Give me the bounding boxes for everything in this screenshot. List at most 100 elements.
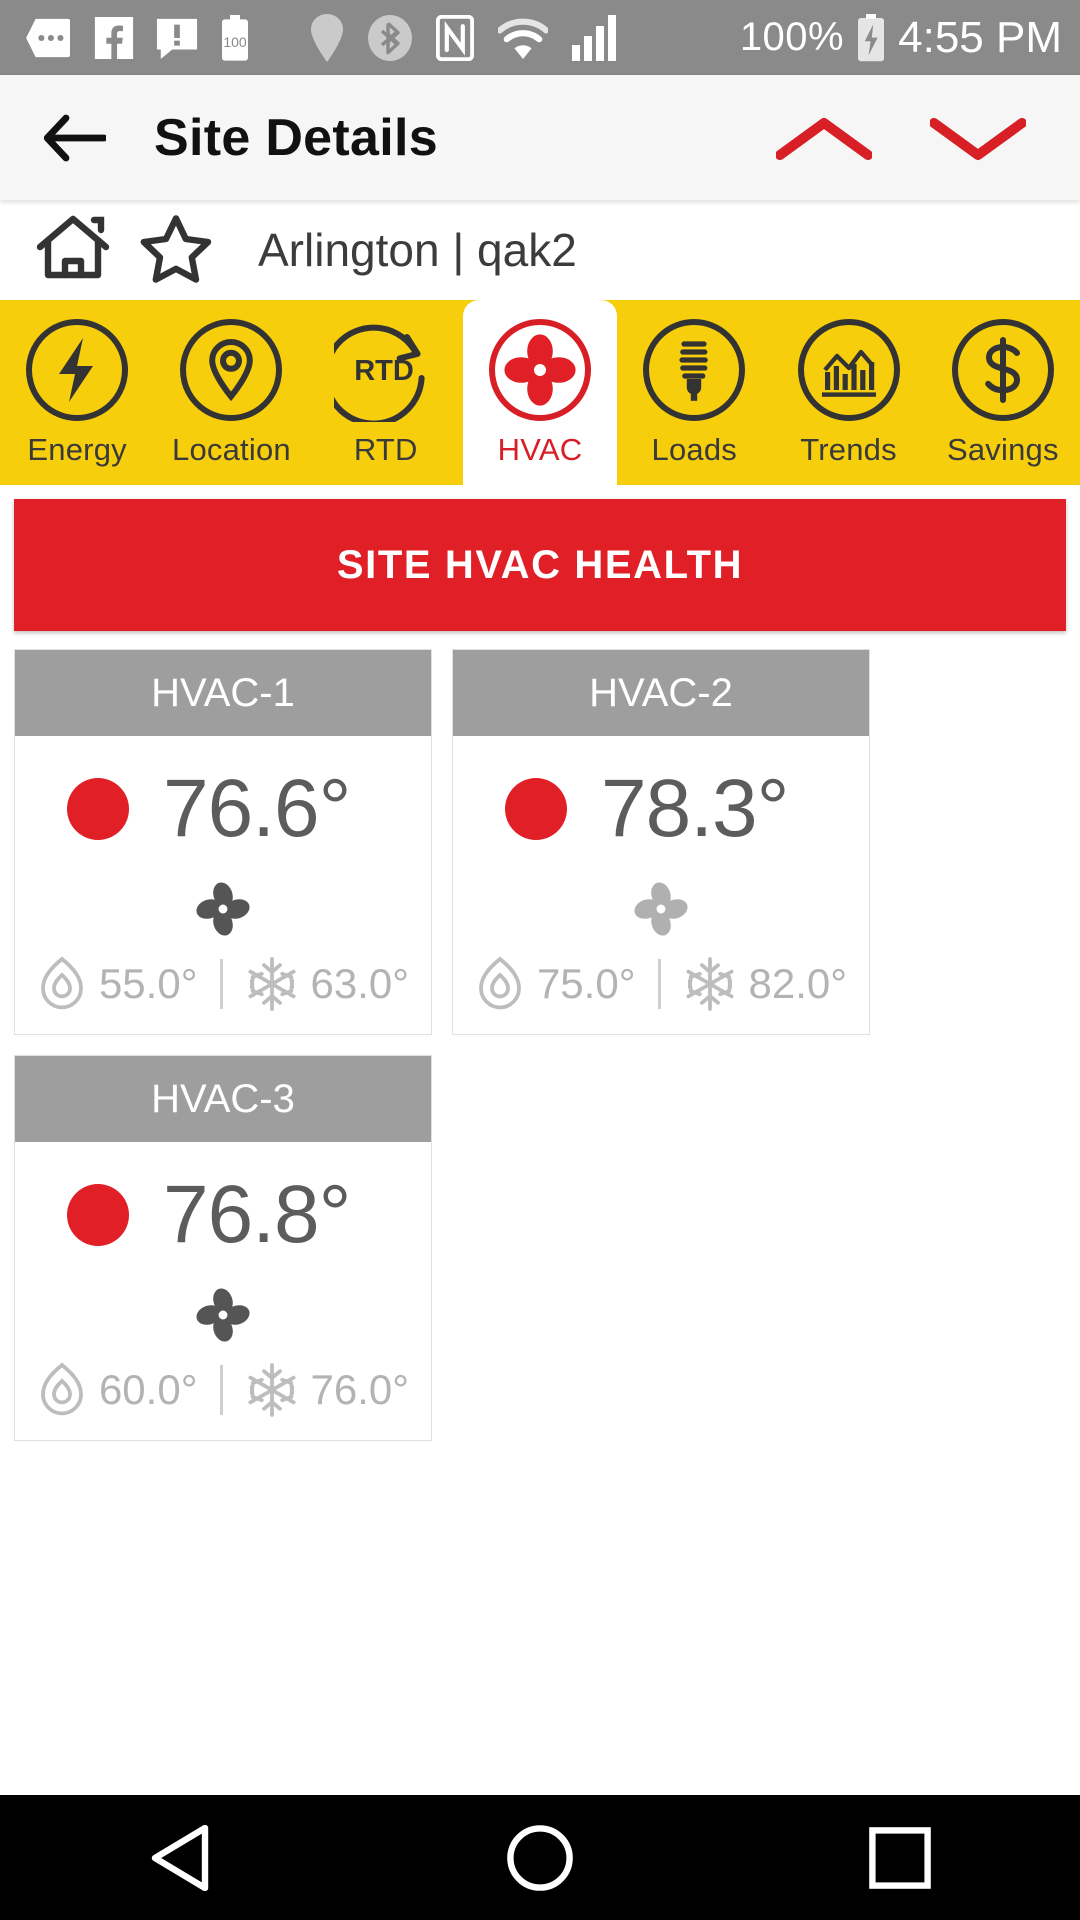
back-button[interactable]: [38, 101, 112, 175]
star-outline-icon: [140, 214, 212, 283]
fan-icon: [634, 882, 688, 936]
hvac-card-title: HVAC-1: [151, 670, 295, 715]
nav-back-button[interactable]: [120, 1808, 240, 1908]
tab-label-loads: Loads: [651, 432, 737, 467]
clock-label: 4:55 PM: [898, 12, 1062, 62]
heat-setpoint-value: 60.0°: [98, 1366, 198, 1413]
hvac-fan-status: [31, 872, 415, 946]
hvac-card[interactable]: HVAC-2 78.3° 75.0° 82.0°: [452, 649, 870, 1035]
bar-chart-icon: [797, 318, 901, 422]
cool-setpoint: 76.0°: [245, 1362, 410, 1418]
tab-label-location: Location: [172, 432, 291, 467]
svg-text:RTD: RTD: [354, 355, 414, 387]
tab-energy[interactable]: Energy: [0, 300, 154, 485]
hvac-setpoints-row: 75.0° 82.0°: [469, 956, 853, 1012]
hvac-card-body: 76.8° 60.0° 76.0°: [15, 1142, 431, 1440]
hvac-card-title: HVAC-3: [151, 1076, 295, 1121]
hvac-fan-status: [31, 1278, 415, 1352]
nav-back-triangle-icon: [151, 1824, 209, 1891]
setpoint-divider: [219, 959, 223, 1009]
hvac-card[interactable]: HVAC-1 76.6° 55.0° 63.0°: [14, 649, 432, 1035]
flame-icon: [41, 1362, 83, 1416]
nav-recents-button[interactable]: [840, 1808, 960, 1908]
breadcrumb: Arlington | qak2: [0, 200, 1080, 300]
hvac-card-grid: HVAC-1 76.6° 55.0° 63.0° HVAC-2 78.3° 75…: [0, 631, 1080, 1441]
expand-all-button[interactable]: [924, 98, 1032, 178]
home-button[interactable]: [34, 213, 112, 288]
banner-label: SITE HVAC HEALTH: [336, 542, 744, 587]
tab-location[interactable]: Location: [154, 300, 308, 485]
snowflake-icon: [248, 1363, 295, 1417]
tab-rtd[interactable]: RTD RTD: [309, 300, 463, 485]
cool-setpoint-value: 76.0°: [310, 1366, 410, 1413]
hvac-card-body: 78.3° 75.0° 82.0°: [453, 736, 869, 1034]
rtd-refresh-icon: RTD: [333, 318, 438, 422]
fan-icon: [196, 882, 250, 936]
lightning-bolt-icon: [25, 318, 129, 422]
heat-setpoint: 55.0°: [37, 956, 198, 1012]
nav-home-button[interactable]: [480, 1808, 600, 1908]
hvac-card-header: HVAC-2: [453, 650, 869, 736]
status-bar-notifications: 100: [26, 14, 250, 61]
fan-icon: [488, 318, 592, 422]
status-indicator-dot: [67, 1184, 129, 1246]
hvac-temperature-row: 78.3°: [469, 762, 853, 856]
battery-100-icon: 100: [222, 14, 248, 61]
battery-percent-label: 100%: [739, 15, 845, 59]
status-bar-system-icons: [310, 13, 620, 62]
tab-label-savings: Savings: [946, 432, 1059, 467]
dollar-sign-icon: [951, 318, 1055, 422]
nav-home-circle-icon: [507, 1824, 573, 1891]
hvac-card-header: HVAC-1: [15, 650, 431, 736]
heat-setpoint: 75.0°: [475, 956, 636, 1012]
snowflake-icon: [686, 957, 733, 1011]
chevron-up-icon: [776, 117, 872, 160]
site-hvac-health-banner[interactable]: SITE HVAC HEALTH: [14, 499, 1066, 631]
svg-text:100: 100: [223, 34, 247, 50]
android-navigation-bar: [0, 1795, 1080, 1920]
cool-setpoint-value: 63.0°: [310, 960, 410, 1007]
bluetooth-icon: [368, 14, 412, 61]
tab-loads[interactable]: Loads: [617, 300, 771, 485]
hvac-card-body: 76.6° 55.0° 63.0°: [15, 736, 431, 1034]
tab-label-trends: Trends: [800, 432, 897, 467]
tab-savings[interactable]: Savings: [926, 300, 1080, 485]
hvac-current-temperature: 76.8°: [163, 1169, 351, 1260]
light-bulb-icon: [642, 318, 746, 422]
snowflake-icon: [248, 957, 295, 1011]
home-icon: [36, 215, 110, 278]
signal-bars-icon: [572, 14, 616, 61]
hvac-setpoints-row: 60.0° 76.0°: [31, 1362, 415, 1418]
app-bar: Site Details: [0, 75, 1080, 200]
facebook-icon: [94, 16, 134, 59]
app-bar-actions: [770, 98, 1042, 178]
status-indicator-dot: [67, 778, 129, 840]
heat-setpoint: 60.0°: [37, 1362, 198, 1418]
flame-icon: [41, 956, 83, 1010]
location-pin-icon: [179, 318, 283, 422]
hvac-fan-status: [469, 872, 853, 946]
page-title: Site Details: [154, 108, 438, 167]
wifi-icon: [498, 18, 548, 59]
chevron-down-icon: [930, 117, 1026, 160]
tab-label-hvac: HVAC: [497, 432, 583, 467]
favorite-button[interactable]: [138, 212, 214, 289]
setpoint-divider: [219, 1365, 223, 1415]
tab-label-energy: Energy: [27, 432, 127, 467]
hvac-card[interactable]: HVAC-3 76.8° 60.0° 76.0°: [14, 1055, 432, 1441]
status-bar: 100 100% 4:55 PM: [0, 0, 1080, 75]
fan-icon: [196, 1288, 250, 1342]
message-dots-icon: [26, 18, 70, 57]
tab-trends[interactable]: Trends: [771, 300, 925, 485]
setpoint-divider: [657, 959, 661, 1009]
collapse-all-button[interactable]: [770, 98, 878, 178]
tab-label-rtd: RTD: [353, 432, 418, 467]
hvac-current-temperature: 78.3°: [601, 763, 789, 854]
status-bar-battery-time: 100% 4:55 PM: [740, 13, 1062, 63]
location-pin-icon: [311, 13, 343, 62]
tab-hvac[interactable]: HVAC: [462, 300, 618, 485]
nfc-icon: [436, 14, 474, 61]
breadcrumb-label: Arlington | qak2: [258, 224, 577, 276]
hvac-card-header: HVAC-3: [15, 1056, 431, 1142]
heat-setpoint-value: 75.0°: [536, 960, 636, 1007]
